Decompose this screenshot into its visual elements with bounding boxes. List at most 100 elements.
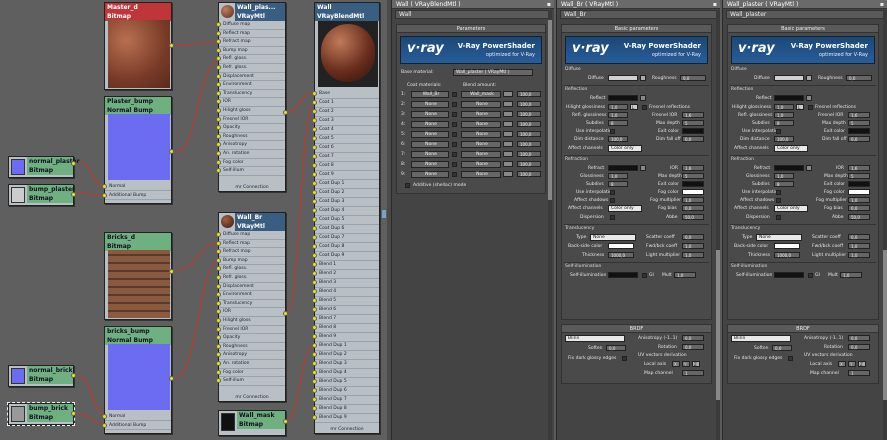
backside-color-swatch[interactable]	[608, 243, 634, 249]
slot-blend-6[interactable]: Blend 6	[312, 306, 379, 315]
slot-bump-map[interactable]: Bump map	[216, 257, 285, 266]
blend-color-swatch[interactable]	[503, 171, 513, 177]
input-socket[interactable]	[312, 361, 317, 366]
rotation-spinner[interactable]: 0,0	[682, 344, 704, 350]
hilight-spinner[interactable]: 1,0	[774, 104, 794, 110]
slot-blend-2[interactable]: Blend 2	[312, 270, 379, 279]
use-interp-checkbox[interactable]	[610, 129, 615, 134]
mult-spinner[interactable]: 1,0	[674, 272, 696, 278]
slot-blend-3[interactable]: Blend 3	[312, 279, 379, 288]
input-socket[interactable]	[312, 208, 317, 213]
input-socket[interactable]	[312, 415, 317, 420]
reflect-swatch[interactable]	[774, 95, 804, 101]
input-socket[interactable]	[216, 360, 221, 366]
slot-displacement[interactable]: Displacement	[216, 73, 285, 82]
input-socket[interactable]	[216, 240, 221, 246]
slot-an-rotation[interactable]: An. rotation	[216, 360, 285, 369]
scroll-thumb[interactable]	[716, 250, 720, 400]
refract-swatch[interactable]	[608, 165, 638, 171]
input-socket[interactable]	[216, 232, 221, 237]
slot-coat-dup-7[interactable]: Coat Dup 7	[312, 234, 379, 243]
node-normal-brick[interactable]: normal_brick Bitmap	[8, 365, 76, 387]
slate-node-graph[interactable]: Master_d Bitmap Plaster_bump Normal Bump…	[0, 0, 387, 440]
reflect-swatch[interactable]	[608, 95, 638, 101]
ior-spinner[interactable]: 1,6	[848, 165, 870, 171]
refract-map-button[interactable]	[640, 165, 646, 171]
slot-normal[interactable]: Normal	[102, 183, 171, 191]
scrollbar[interactable]	[883, 10, 887, 440]
input-socket[interactable]	[312, 91, 317, 96]
coat-material-button[interactable]: None	[411, 101, 449, 108]
input-socket[interactable]	[216, 47, 221, 53]
blend-map-button[interactable]: Wall_mask	[461, 91, 501, 98]
input-socket[interactable]	[312, 343, 317, 348]
scrollbar[interactable]	[716, 10, 720, 440]
blend-color-swatch[interactable]	[503, 141, 513, 147]
slot-refr-gloss-[interactable]: Refr. gloss.	[216, 274, 285, 283]
input-socket[interactable]	[312, 307, 317, 312]
use-interp-checkbox[interactable]	[776, 190, 781, 195]
coat-enable-checkbox[interactable]	[452, 152, 457, 157]
close-icon[interactable]: ▪	[713, 0, 717, 9]
input-socket[interactable]	[216, 150, 221, 156]
slot-refract-map[interactable]: Refract map	[216, 248, 285, 257]
affect-shadows-checkbox[interactable]	[776, 198, 781, 203]
blend-amount-spinner[interactable]: 100,0	[517, 151, 541, 157]
blend-map-button[interactable]: None	[461, 151, 501, 158]
input-socket[interactable]	[216, 369, 221, 375]
self-illum-swatch[interactable]	[774, 272, 804, 278]
slot-coat-5[interactable]: Coat 5	[312, 135, 379, 144]
coat-enable-checkbox[interactable]	[452, 112, 457, 117]
blend-amount-spinner[interactable]: 100,0	[517, 171, 541, 177]
input-socket[interactable]	[312, 199, 317, 204]
slot-coat-1[interactable]: Coat 1	[312, 99, 379, 108]
coat-enable-checkbox[interactable]	[452, 92, 457, 97]
mr-connection[interactable]: mr Connection	[219, 185, 285, 191]
coat-material-button[interactable]: None	[411, 151, 449, 158]
slot-refract-map[interactable]: Refract map	[216, 38, 285, 47]
fix-dark-checkbox[interactable]	[788, 356, 793, 361]
blend-map-button[interactable]: None	[461, 101, 501, 108]
map-channel-radio[interactable]: Map channel	[644, 371, 673, 376]
coat-enable-checkbox[interactable]	[452, 142, 457, 147]
slot-displacement[interactable]: Displacement	[216, 283, 285, 292]
affect-channels-dropdown[interactable]: Color only	[608, 145, 642, 152]
fog-color-swatch[interactable]	[682, 189, 704, 195]
input-socket[interactable]	[216, 300, 221, 306]
hilight-spinner[interactable]: 1,0	[608, 104, 628, 110]
input-socket[interactable]	[216, 39, 221, 45]
slot-diffuse-map[interactable]: Diffuse map	[216, 231, 285, 240]
coat-material-button[interactable]: None	[411, 161, 449, 168]
slot-self-illum[interactable]: Self-illum	[216, 377, 285, 386]
blend-map-button[interactable]: None	[461, 141, 501, 148]
material-name-field[interactable]: Wall	[395, 10, 551, 19]
slot-refl-gloss-[interactable]: Refl. gloss.	[216, 265, 285, 274]
input-socket[interactable]	[216, 274, 221, 280]
scroll-thumb[interactable]	[883, 250, 887, 400]
slot-coat-dup-5[interactable]: Coat Dup 5	[312, 216, 379, 225]
self-illum-swatch[interactable]	[608, 272, 638, 278]
input-socket[interactable]	[312, 244, 317, 249]
coat-material-button[interactable]: None	[411, 171, 449, 178]
input-socket[interactable]	[216, 107, 221, 113]
coat-material-button[interactable]: Wall_Br	[411, 91, 449, 98]
rollout-header[interactable]: BRDF	[728, 325, 878, 333]
subdivs-spinner[interactable]: 8	[774, 181, 794, 187]
scatter-coeff-spinner[interactable]: 0,0	[848, 234, 870, 240]
anisotropy-spinner[interactable]: 0,0	[848, 335, 870, 341]
slot-blend-5[interactable]: Blend 5	[312, 297, 379, 306]
input-socket[interactable]	[312, 109, 317, 114]
coat-material-button[interactable]: None	[411, 141, 449, 148]
thickness-spinner[interactable]: 1000,0	[774, 252, 800, 258]
output-socket[interactable]	[169, 376, 174, 381]
input-socket[interactable]	[312, 379, 317, 384]
node-bricks-bump[interactable]: bricks_bump Normal Bump Normal Additiona…	[102, 326, 174, 434]
slot-coat-dup-8[interactable]: Coat Dup 8	[312, 243, 379, 252]
input-socket[interactable]	[312, 388, 317, 393]
use-interp-checkbox[interactable]	[776, 129, 781, 134]
max-depth-spinner[interactable]: 5	[682, 120, 704, 126]
slot-coat-2[interactable]: Coat 2	[312, 108, 379, 117]
input-socket[interactable]	[216, 22, 221, 27]
refract-swatch[interactable]	[774, 165, 804, 171]
input-socket[interactable]	[216, 326, 221, 332]
